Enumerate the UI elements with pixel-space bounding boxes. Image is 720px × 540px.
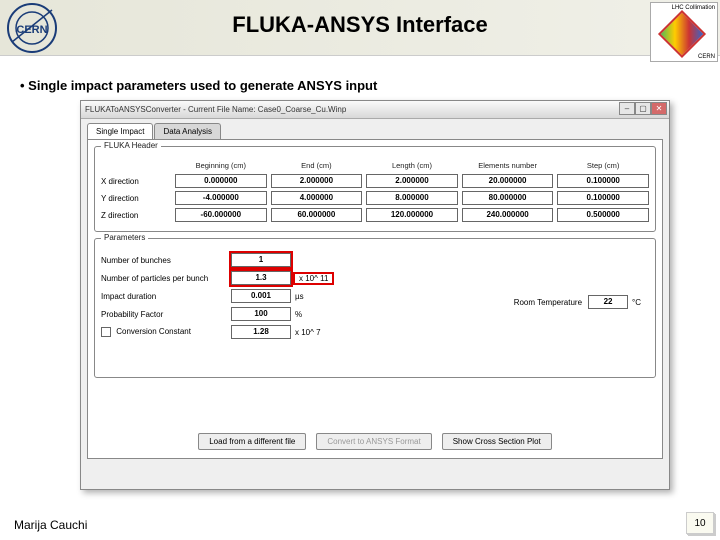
slide-title: FLUKA-ANSYS Interface (0, 12, 720, 38)
col-end: End (cm) (271, 161, 363, 170)
x-end[interactable]: 2.000000 (271, 174, 363, 188)
window-title: FLUKAToANSYSConverter - Current File Nam… (85, 105, 346, 114)
col-beginning: Beginning (cm) (175, 161, 267, 170)
conv-unit: x 10^ 7 (295, 328, 321, 337)
row-x: X direction 0.000000 2.000000 2.000000 2… (101, 174, 649, 188)
app-window: FLUKAToANSYSConverter - Current File Nam… (80, 100, 670, 490)
main-panel: FLUKA Header Beginning (cm) End (cm) Len… (87, 139, 663, 459)
row-z: Z direction -60.000000 60.000000 120.000… (101, 208, 649, 222)
bunches-label: Number of bunches (101, 256, 231, 265)
prob-value[interactable]: 100 (231, 307, 291, 321)
parameters-group: Parameters Number of bunches 1 Number of… (94, 238, 656, 378)
particles-label: Number of particles per bunch (101, 274, 231, 283)
x-length[interactable]: 2.000000 (366, 174, 458, 188)
lhc-diamond-icon (658, 10, 706, 58)
particles-value[interactable]: 1.3 (231, 271, 291, 285)
param-prob: Probability Factor 100 % (101, 307, 649, 321)
prob-label: Probability Factor (101, 310, 231, 319)
x-elem[interactable]: 20.000000 (462, 174, 554, 188)
z-elem[interactable]: 240.000000 (462, 208, 554, 222)
params-group-title: Parameters (101, 233, 148, 242)
z-step[interactable]: 0.500000 (557, 208, 649, 222)
z-label: Z direction (101, 211, 171, 220)
footer-page-number: 10 (686, 512, 714, 534)
tab-bar: Single Impact Data Analysis (81, 119, 669, 139)
room-temp: Room Temperature 22 °C (514, 295, 645, 309)
maximize-button[interactable]: ▢ (635, 102, 651, 115)
x-label: X direction (101, 177, 171, 186)
z-end[interactable]: 60.000000 (271, 208, 363, 222)
y-length[interactable]: 8.000000 (366, 191, 458, 205)
impact-value[interactable]: 0.001 (231, 289, 291, 303)
room-temp-value[interactable]: 22 (588, 295, 628, 309)
conv-label-text: Conversion Constant (116, 327, 191, 336)
fluka-header-group: FLUKA Header Beginning (cm) End (cm) Len… (94, 146, 656, 232)
room-temp-unit: °C (632, 298, 641, 307)
minimize-button[interactable]: – (619, 102, 635, 115)
bullet-text: Single impact parameters used to generat… (20, 78, 377, 93)
param-particles: Number of particles per bunch 1.3 x 10^ … (101, 271, 649, 285)
impact-label: Impact duration (101, 292, 231, 301)
col-length: Length (cm) (366, 161, 458, 170)
conv-label: Conversion Constant (101, 327, 231, 337)
col-blank (101, 161, 171, 170)
y-label: Y direction (101, 194, 171, 203)
plot-button[interactable]: Show Cross Section Plot (442, 433, 552, 450)
load-button[interactable]: Load from a different file (198, 433, 306, 450)
lhc-collimation-logo: LHC Collimation CERN (650, 2, 718, 62)
fluka-group-title: FLUKA Header (101, 141, 161, 150)
particles-unit: x 10^ 11 (295, 274, 332, 283)
conv-value[interactable]: 1.28 (231, 325, 291, 339)
param-conv: Conversion Constant 1.28 x 10^ 7 (101, 325, 649, 339)
x-step[interactable]: 0.100000 (557, 174, 649, 188)
z-length[interactable]: 120.000000 (366, 208, 458, 222)
y-begin[interactable]: -4.000000 (175, 191, 267, 205)
button-bar: Load from a different file Convert to AN… (88, 433, 662, 450)
col-step: Step (cm) (557, 161, 649, 170)
footer-author: Marija Cauchi (14, 518, 87, 532)
z-begin[interactable]: -60.000000 (175, 208, 267, 222)
row-y: Y direction -4.000000 4.000000 8.000000 … (101, 191, 649, 205)
window-titlebar: FLUKAToANSYSConverter - Current File Nam… (81, 101, 669, 119)
tab-data-analysis[interactable]: Data Analysis (154, 123, 220, 139)
cern-label: CERN (698, 54, 715, 60)
param-bunches: Number of bunches 1 (101, 253, 649, 267)
convert-button[interactable]: Convert to ANSYS Format (316, 433, 431, 450)
impact-unit: µs (295, 292, 304, 301)
y-elem[interactable]: 80.000000 (462, 191, 554, 205)
col-elements: Elements number (462, 161, 554, 170)
y-end[interactable]: 4.000000 (271, 191, 363, 205)
bunches-value[interactable]: 1 (231, 253, 291, 267)
y-step[interactable]: 0.100000 (557, 191, 649, 205)
x-begin[interactable]: 0.000000 (175, 174, 267, 188)
lhc-label: LHC Collimation (653, 5, 715, 11)
close-button[interactable]: ✕ (651, 102, 667, 115)
room-temp-label: Room Temperature (514, 298, 582, 307)
prob-unit: % (295, 310, 302, 319)
conv-checkbox[interactable] (101, 327, 111, 337)
tab-single-impact[interactable]: Single Impact (87, 123, 153, 139)
